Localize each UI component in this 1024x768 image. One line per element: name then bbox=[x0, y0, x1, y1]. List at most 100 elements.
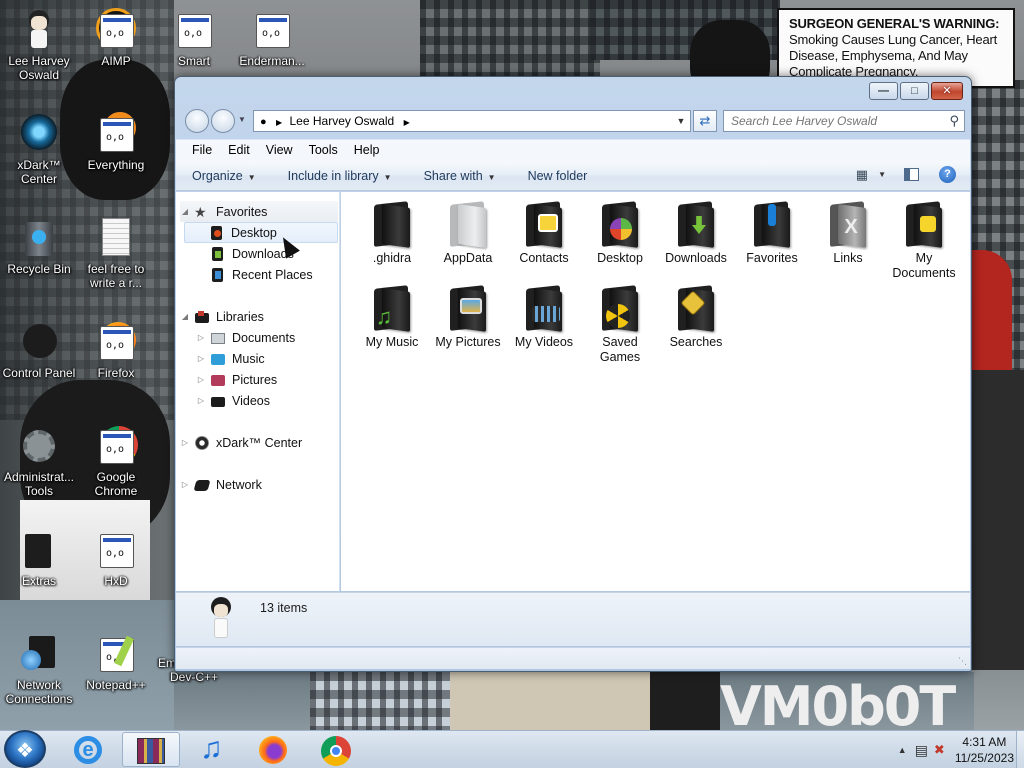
expand-icon[interactable]: ▷ bbox=[196, 375, 206, 384]
maximize-button[interactable]: □ bbox=[900, 82, 929, 100]
folder-item-saved-games[interactable]: Saved Games bbox=[582, 284, 658, 365]
recent-pages-chevron-icon[interactable]: ▼ bbox=[238, 115, 246, 124]
menu-help[interactable]: Help bbox=[346, 140, 388, 161]
volume-muted-icon[interactable]: ✖ bbox=[934, 742, 945, 758]
desktop-icon-firefox[interactable]: Firefox bbox=[78, 320, 154, 380]
start-button[interactable]: ❖ bbox=[4, 730, 46, 768]
forward-button[interactable] bbox=[211, 109, 235, 133]
desktop-folder-icon bbox=[209, 225, 225, 241]
nav-favorites-recent-places[interactable]: Recent Places bbox=[184, 264, 313, 285]
minimize-button[interactable]: — bbox=[869, 82, 898, 100]
breadcrumb-separator-icon[interactable]: ▶ bbox=[276, 118, 282, 127]
expand-icon[interactable]: ▷ bbox=[196, 354, 206, 363]
folder-item-appdata[interactable]: AppData bbox=[430, 200, 506, 266]
taskbar-chrome[interactable] bbox=[308, 732, 362, 767]
nav-xdark-center[interactable]: ▷ xDark™ Center bbox=[180, 432, 302, 453]
desktop-icon-network-connections[interactable]: Network Connections bbox=[1, 632, 77, 706]
desktop-icon-aimp[interactable]: AIMP bbox=[78, 8, 154, 68]
network-tray-icon[interactable]: ▤ bbox=[915, 742, 928, 759]
expand-icon[interactable]: ▷ bbox=[196, 333, 206, 342]
nav-libraries-documents[interactable]: ▷ Documents bbox=[196, 327, 295, 348]
nav-favorites[interactable]: ◢ ★ Favorites bbox=[180, 201, 338, 222]
folder-item-my-documents[interactable]: My Documents bbox=[886, 200, 962, 281]
expand-icon[interactable]: ▷ bbox=[180, 438, 190, 447]
taskbar-winrar[interactable] bbox=[122, 732, 180, 767]
share-with-button[interactable]: Share with ▼ bbox=[424, 169, 496, 183]
expand-icon[interactable]: ▷ bbox=[180, 480, 190, 489]
address-dropdown-icon[interactable]: ▼ bbox=[672, 111, 690, 131]
expand-icon[interactable]: ▷ bbox=[196, 396, 206, 405]
desktop-icon-google-chrome[interactable]: Google Chrome bbox=[78, 424, 154, 498]
search-input[interactable] bbox=[724, 111, 934, 131]
aimp-icon bbox=[94, 8, 138, 52]
menu-edit[interactable]: Edit bbox=[220, 140, 258, 161]
nav-item-label: xDark™ Center bbox=[216, 435, 303, 450]
winrar-icon bbox=[137, 738, 165, 764]
search-box[interactable]: ⚲ bbox=[723, 110, 965, 132]
menu-tools[interactable]: Tools bbox=[301, 140, 346, 161]
collapse-icon[interactable]: ◢ bbox=[180, 312, 190, 321]
folder-item-label: Searches bbox=[669, 335, 723, 349]
taskbar-internet-explorer[interactable]: e bbox=[62, 732, 116, 767]
desktop-icon-notepad-plus-plus[interactable]: Notepad++ bbox=[78, 632, 154, 692]
desktop-icon-control-panel[interactable]: Control Panel bbox=[1, 320, 77, 380]
preview-pane-icon[interactable] bbox=[904, 168, 919, 181]
menu-view[interactable]: View bbox=[258, 140, 301, 161]
close-button[interactable]: ✕ bbox=[931, 82, 963, 100]
wallpaper-watermark: VM0b0T bbox=[720, 675, 956, 731]
desktop-icon-administrative-tools[interactable]: Administrat... Tools bbox=[1, 424, 77, 498]
nav-item-label: Recent Places bbox=[232, 267, 313, 282]
back-button[interactable] bbox=[185, 109, 209, 133]
taskbar-firefox[interactable] bbox=[246, 732, 300, 767]
folder-item-my-pictures[interactable]: My Pictures bbox=[430, 284, 506, 350]
desktop-icon-extras[interactable]: Extras bbox=[1, 528, 77, 588]
change-view-icon[interactable]: ▦ bbox=[856, 167, 868, 183]
show-hidden-icons-icon[interactable]: ▲ bbox=[898, 745, 907, 755]
menu-file[interactable]: File bbox=[184, 140, 220, 161]
new-folder-button[interactable]: New folder bbox=[528, 169, 588, 183]
address-bar[interactable]: ● ▶ Lee Harvey Oswald ▶ ▼ bbox=[253, 110, 691, 132]
folder-item-ghidra[interactable]: .ghidra bbox=[354, 200, 430, 266]
desktop-icon-lee-harvey-oswald[interactable]: Lee Harvey Oswald bbox=[1, 8, 77, 82]
resize-grip-icon[interactable]: ⋱ bbox=[958, 656, 967, 667]
nav-libraries-music[interactable]: ▷ Music bbox=[196, 348, 265, 369]
show-desktop-button[interactable] bbox=[1016, 731, 1024, 768]
nav-favorites-downloads[interactable]: Downloads bbox=[184, 243, 294, 264]
nav-libraries-pictures[interactable]: ▷ Pictures bbox=[196, 369, 277, 390]
folder-item-links[interactable]: X Links bbox=[810, 200, 886, 266]
view-options-chevron-icon[interactable]: ▼ bbox=[878, 170, 886, 179]
favorites-folder-icon bbox=[748, 200, 796, 248]
include-in-library-button[interactable]: Include in library ▼ bbox=[288, 169, 392, 183]
nav-libraries[interactable]: ◢ Libraries bbox=[180, 306, 264, 327]
refresh-icon: ⇄ bbox=[699, 113, 711, 128]
nav-favorites-desktop[interactable]: Desktop bbox=[184, 222, 338, 243]
desktop-icon-smart[interactable]: Smart bbox=[156, 8, 232, 68]
desktop-icon-everything[interactable]: Everything bbox=[78, 112, 154, 172]
desktop-icon-text-document[interactable]: feel free to write a r... bbox=[78, 216, 154, 290]
folder-item-searches[interactable]: Searches bbox=[658, 284, 734, 350]
nav-network[interactable]: ▷ Network bbox=[180, 474, 262, 495]
folder-item-favorites[interactable]: Favorites bbox=[734, 200, 810, 266]
desktop-icon-recycle-bin[interactable]: Recycle Bin bbox=[1, 216, 77, 276]
folder-item-my-videos[interactable]: My Videos bbox=[506, 284, 582, 350]
nav-libraries-videos[interactable]: ▷ Videos bbox=[196, 390, 270, 411]
folder-item-desktop[interactable]: Desktop bbox=[582, 200, 658, 266]
folder-item-my-music[interactable]: ♫ My Music bbox=[354, 284, 430, 350]
desktop-icon-label: xDark™ Center bbox=[17, 158, 61, 186]
collapse-icon[interactable]: ◢ bbox=[180, 207, 190, 216]
search-icon[interactable]: ⚲ bbox=[949, 113, 959, 129]
clock[interactable]: 4:31 AM 11/25/2023 bbox=[955, 734, 1014, 766]
refresh-button[interactable]: ⇄ bbox=[693, 110, 717, 132]
folder-item-downloads[interactable]: Downloads bbox=[658, 200, 734, 266]
maximize-icon: □ bbox=[911, 85, 918, 97]
organize-button[interactable]: Organize ▼ bbox=[192, 169, 256, 183]
folder-item-contacts[interactable]: Contacts bbox=[506, 200, 582, 266]
breadcrumb-separator-icon[interactable]: ▶ bbox=[404, 118, 410, 127]
taskbar-music[interactable]: ♫ bbox=[186, 732, 240, 767]
desktop-icon-enderman[interactable]: Enderman... bbox=[234, 8, 310, 68]
help-icon[interactable]: ? bbox=[939, 166, 956, 183]
breadcrumb-location[interactable]: Lee Harvey Oswald bbox=[290, 114, 395, 128]
window-controls: — □ ✕ bbox=[867, 82, 963, 100]
desktop-icon-hxd[interactable]: HxD bbox=[78, 528, 154, 588]
desktop-icon-xdark-center[interactable]: xDark™ Center bbox=[1, 112, 77, 186]
